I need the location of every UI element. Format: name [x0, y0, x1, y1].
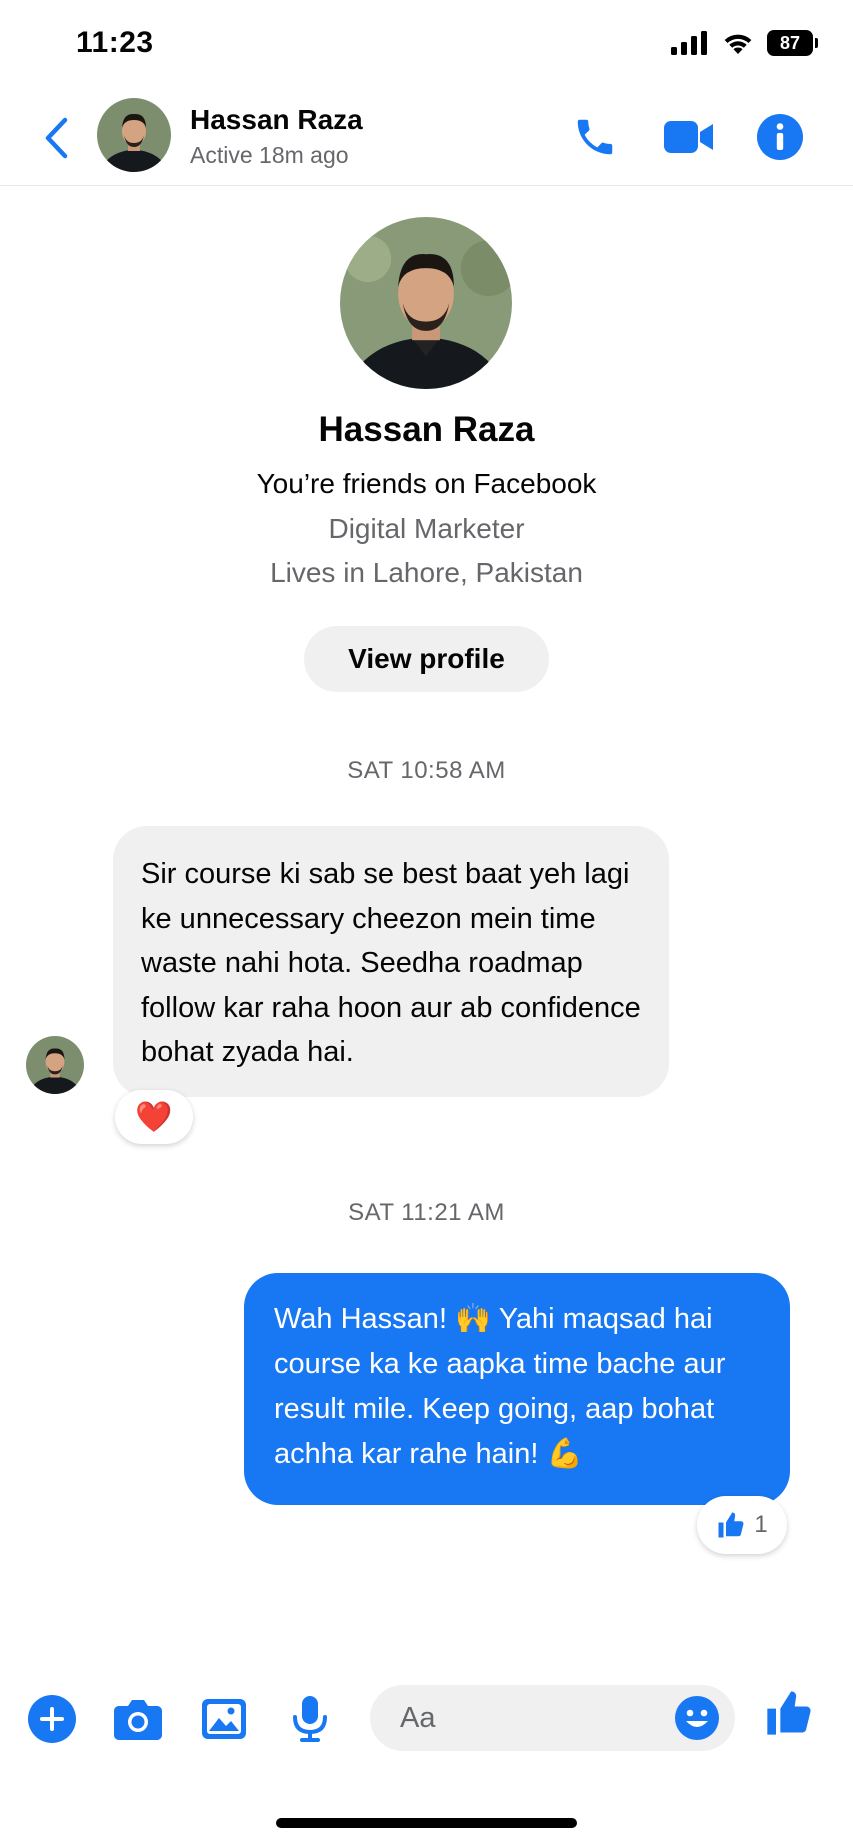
like-reaction[interactable]: 1 — [697, 1496, 787, 1554]
incoming-message-bubble[interactable]: Sir course ki sab se best baat yeh lagi … — [113, 826, 669, 1097]
battery-level: 87 — [779, 32, 801, 53]
camera-icon — [114, 1700, 162, 1740]
back-button[interactable] — [38, 114, 74, 162]
voice-message-button[interactable] — [283, 1692, 337, 1746]
camera-button[interactable] — [111, 1692, 165, 1746]
voice-call-button[interactable] — [570, 112, 620, 162]
avatar-photo — [26, 1036, 84, 1094]
heart-reaction-emoji: ❤️ — [135, 1100, 173, 1134]
conversation-info-button[interactable] — [755, 112, 805, 162]
image-icon — [202, 1699, 246, 1739]
profile-name: Hassan Raza — [318, 410, 535, 449]
microphone-icon — [293, 1696, 327, 1742]
cellular-signal-icon — [671, 31, 707, 55]
contact-avatar[interactable] — [97, 98, 171, 172]
friendship-status: You’re friends on Facebook — [256, 468, 597, 499]
message-timestamp: SAT 10:58 AM — [347, 757, 506, 784]
home-indicator[interactable] — [276, 1818, 577, 1828]
reaction-count: 1 — [754, 1511, 768, 1538]
wifi-icon — [724, 34, 752, 54]
message-input-container[interactable] — [370, 1685, 735, 1751]
back-chevron-icon — [45, 117, 68, 159]
profile-avatar — [340, 217, 512, 389]
battery-indicator: 87 — [767, 30, 818, 56]
more-actions-button[interactable] — [25, 1692, 79, 1746]
occupation: Digital Marketer — [328, 513, 525, 544]
emoji-button[interactable] — [673, 1694, 721, 1742]
conversation-header: Hassan Raza Active 18m ago — [0, 90, 853, 186]
outgoing-message-bubble[interactable]: Wah Hassan! 🙌 Yahi maqsad hai course ka … — [244, 1273, 790, 1505]
gallery-button[interactable] — [197, 1692, 251, 1746]
heart-reaction[interactable]: ❤️ — [115, 1090, 193, 1144]
status-icons: 87 — [671, 30, 818, 56]
profile-photo — [340, 217, 512, 389]
emoji-icon — [675, 1696, 719, 1740]
location: Lives in Lahore, Pakistan — [270, 557, 583, 588]
active-status: Active 18m ago — [190, 142, 349, 168]
video-call-button[interactable] — [662, 112, 716, 162]
message-input[interactable] — [400, 1685, 670, 1751]
phone-icon — [577, 119, 613, 155]
plus-icon — [28, 1695, 76, 1743]
view-profile-button[interactable]: View profile — [304, 626, 549, 692]
sender-avatar[interactable] — [26, 1036, 84, 1094]
video-icon — [664, 121, 713, 153]
contact-name[interactable]: Hassan Raza — [190, 104, 363, 136]
avatar-photo — [97, 98, 171, 172]
status-time: 11:23 — [76, 26, 154, 59]
info-icon — [757, 114, 803, 160]
message-timestamp: SAT 11:21 AM — [348, 1199, 505, 1226]
status-bar: 11:23 87 — [0, 0, 853, 90]
thumbs-up-icon — [718, 1512, 744, 1538]
thumbs-up-icon — [767, 1691, 811, 1735]
send-like-button[interactable] — [762, 1686, 816, 1740]
message-composer — [0, 1680, 853, 1756]
